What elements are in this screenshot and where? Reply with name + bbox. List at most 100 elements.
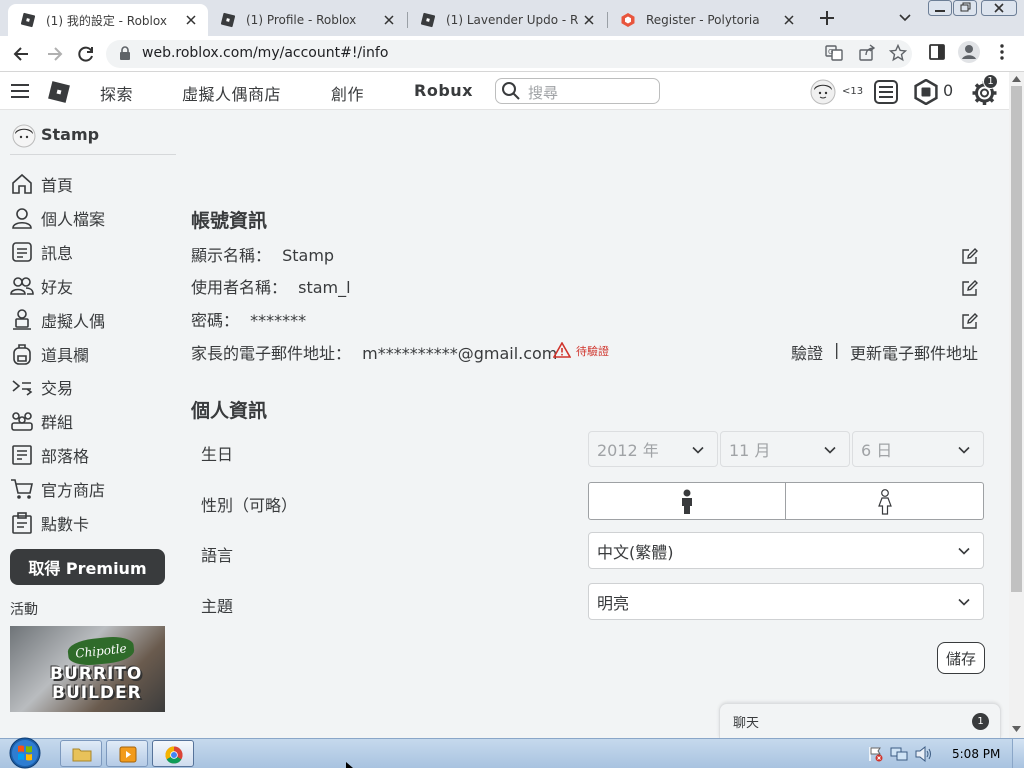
tab-my-settings[interactable]: (1) 我的設定 - Roblox xyxy=(8,4,208,36)
chevron-down-icon xyxy=(692,446,704,454)
badge-count: 1 xyxy=(987,76,994,87)
system-clock[interactable]: 5:08 PM xyxy=(952,747,1000,761)
forward-icon[interactable] xyxy=(44,44,64,64)
close-window-icon[interactable] xyxy=(981,0,1017,17)
close-tab-icon[interactable] xyxy=(184,13,198,27)
sidebar-item-avatar[interactable]: 虛擬人偶 xyxy=(10,306,105,334)
sidebar-item-trade[interactable]: 交易 xyxy=(10,373,73,401)
tab-profile[interactable]: (1) Profile - Roblox xyxy=(208,4,406,36)
sidebar-item-blog[interactable]: 部落格 xyxy=(10,441,89,469)
display-name-row: 顯示名稱： Stamp xyxy=(191,242,334,266)
roblox-logo-icon[interactable] xyxy=(46,79,72,105)
translate-icon[interactable]: G xyxy=(825,44,843,62)
birth-year-value: 2012 年 xyxy=(597,441,659,460)
minimize-icon[interactable] xyxy=(928,0,952,17)
sidebar-item-official-store[interactable]: 官方商店 xyxy=(10,475,105,503)
sidebar-username[interactable]: Stamp xyxy=(41,125,99,144)
nav-create[interactable]: 創作 xyxy=(331,81,364,105)
svg-text:G: G xyxy=(828,48,833,56)
sidebar-item-friends[interactable]: 好友 xyxy=(10,272,73,300)
reload-icon[interactable] xyxy=(76,44,96,64)
scroll-down-arrow-icon[interactable] xyxy=(1012,726,1021,732)
nav-avatar-shop[interactable]: 虛擬人偶商店 xyxy=(182,81,281,105)
sidebar-item-label: 虛擬人偶 xyxy=(41,312,106,331)
gender-female-button[interactable] xyxy=(786,482,984,520)
sidebar-divider xyxy=(10,154,176,155)
robux-icon[interactable] xyxy=(913,79,939,105)
sidebar-item-groups[interactable]: 群組 xyxy=(10,407,73,435)
banner-title-line1: BURRITO xyxy=(50,664,143,684)
new-tab-icon[interactable] xyxy=(818,9,836,27)
save-button-label: 儲存 xyxy=(945,649,976,668)
birth-month-select[interactable]: 11 月 xyxy=(720,431,850,467)
sidebar-item-inventory[interactable]: 道具欄 xyxy=(10,340,89,368)
sidepanel-icon[interactable] xyxy=(929,44,945,60)
scrollbar-thumb[interactable] xyxy=(1011,86,1022,592)
close-tab-icon[interactable] xyxy=(782,13,796,27)
close-tab-icon[interactable] xyxy=(382,13,396,27)
get-premium-button[interactable]: 取得 Premium xyxy=(10,549,165,585)
display-name-label: 顯示名稱： xyxy=(191,246,272,265)
avatar-icon xyxy=(13,309,31,330)
tab-title: (1) Lavender Updo - Robl xyxy=(446,13,578,27)
url-text[interactable]: web.roblox.com/my/account#!/info xyxy=(142,44,388,62)
share-icon[interactable] xyxy=(858,44,876,62)
birth-year-select[interactable]: 2012 年 xyxy=(588,431,718,467)
user-avatar-small-icon[interactable] xyxy=(12,124,36,148)
language-value: 中文(繁體) xyxy=(597,542,674,562)
volume-icon[interactable] xyxy=(914,746,932,762)
display-name-value: Stamp xyxy=(282,246,335,265)
sidebar-item-gift-cards[interactable]: 點數卡 xyxy=(10,509,89,537)
language-select[interactable]: 中文(繁體) xyxy=(588,532,984,569)
close-tab-icon[interactable] xyxy=(582,13,596,27)
gender-male-button[interactable] xyxy=(588,482,786,520)
profile-avatar-icon[interactable] xyxy=(958,41,980,63)
update-email-link[interactable]: 更新電子郵件地址 xyxy=(850,340,978,364)
show-desktop-button[interactable] xyxy=(1012,739,1024,768)
parent-email-value: m**********@gmail.com xyxy=(362,344,558,363)
edit-display-name-icon[interactable] xyxy=(961,247,979,265)
sidebar-item-profile[interactable]: 個人檔案 xyxy=(10,204,105,232)
scroll-up-arrow-icon[interactable] xyxy=(1012,76,1021,82)
birth-day-select[interactable]: 6 日 xyxy=(852,431,984,467)
search-input[interactable]: 搜尋 xyxy=(495,78,660,104)
tab-search-chevron-icon[interactable] xyxy=(897,11,913,25)
bookmark-star-icon[interactable] xyxy=(889,44,907,62)
taskbar-explorer-button[interactable] xyxy=(60,740,102,767)
search-icon xyxy=(502,82,520,100)
sidebar-item-messages[interactable]: 訊息 xyxy=(10,238,73,266)
tab-polytoria-register[interactable]: Register - Polytoria xyxy=(608,4,806,36)
hamburger-menu-icon[interactable] xyxy=(10,82,30,100)
action-center-flag-icon[interactable] xyxy=(868,746,884,762)
nav-discover[interactable]: 探索 xyxy=(100,81,133,105)
page-scrollbar[interactable] xyxy=(1009,72,1024,738)
tab-lavender-updo[interactable]: (1) Lavender Updo - Robl xyxy=(408,4,606,36)
birth-day-value: 6 日 xyxy=(861,441,893,460)
sidebar-item-home[interactable]: 首頁 xyxy=(10,170,73,198)
sidebar-item-label: 首頁 xyxy=(41,176,74,195)
chevron-down-icon xyxy=(958,446,970,454)
windows-start-icon[interactable] xyxy=(6,736,44,770)
nav-robux[interactable]: Robux xyxy=(414,81,473,100)
taskbar-media-button[interactable] xyxy=(106,740,148,767)
edit-password-icon[interactable] xyxy=(961,312,979,330)
theme-select[interactable]: 明亮 xyxy=(588,583,984,620)
chat-label: 聊天 xyxy=(733,716,760,731)
parent-email-label: 家長的電子郵件地址： xyxy=(191,344,352,363)
edit-username-icon[interactable] xyxy=(961,279,979,297)
female-icon xyxy=(878,489,892,515)
chevron-down-icon xyxy=(958,598,970,606)
network-icon[interactable] xyxy=(890,746,908,762)
sidebar-item-label: 點數卡 xyxy=(41,515,90,534)
back-icon[interactable] xyxy=(12,44,32,64)
event-banner[interactable]: Chipotle BURRITO BUILDER xyxy=(10,626,165,712)
catalog-list-icon[interactable] xyxy=(873,79,899,105)
verify-link[interactable]: 驗證 xyxy=(791,340,823,364)
taskbar-chrome-button[interactable] xyxy=(152,740,194,767)
lock-icon[interactable] xyxy=(119,46,131,61)
save-button[interactable]: 儲存 xyxy=(937,642,985,674)
browser-menu-icon[interactable] xyxy=(995,43,1009,61)
restore-icon[interactable] xyxy=(953,0,977,17)
user-avatar-icon[interactable] xyxy=(810,79,836,105)
chat-bar[interactable]: 聊天 1 xyxy=(719,703,1001,738)
